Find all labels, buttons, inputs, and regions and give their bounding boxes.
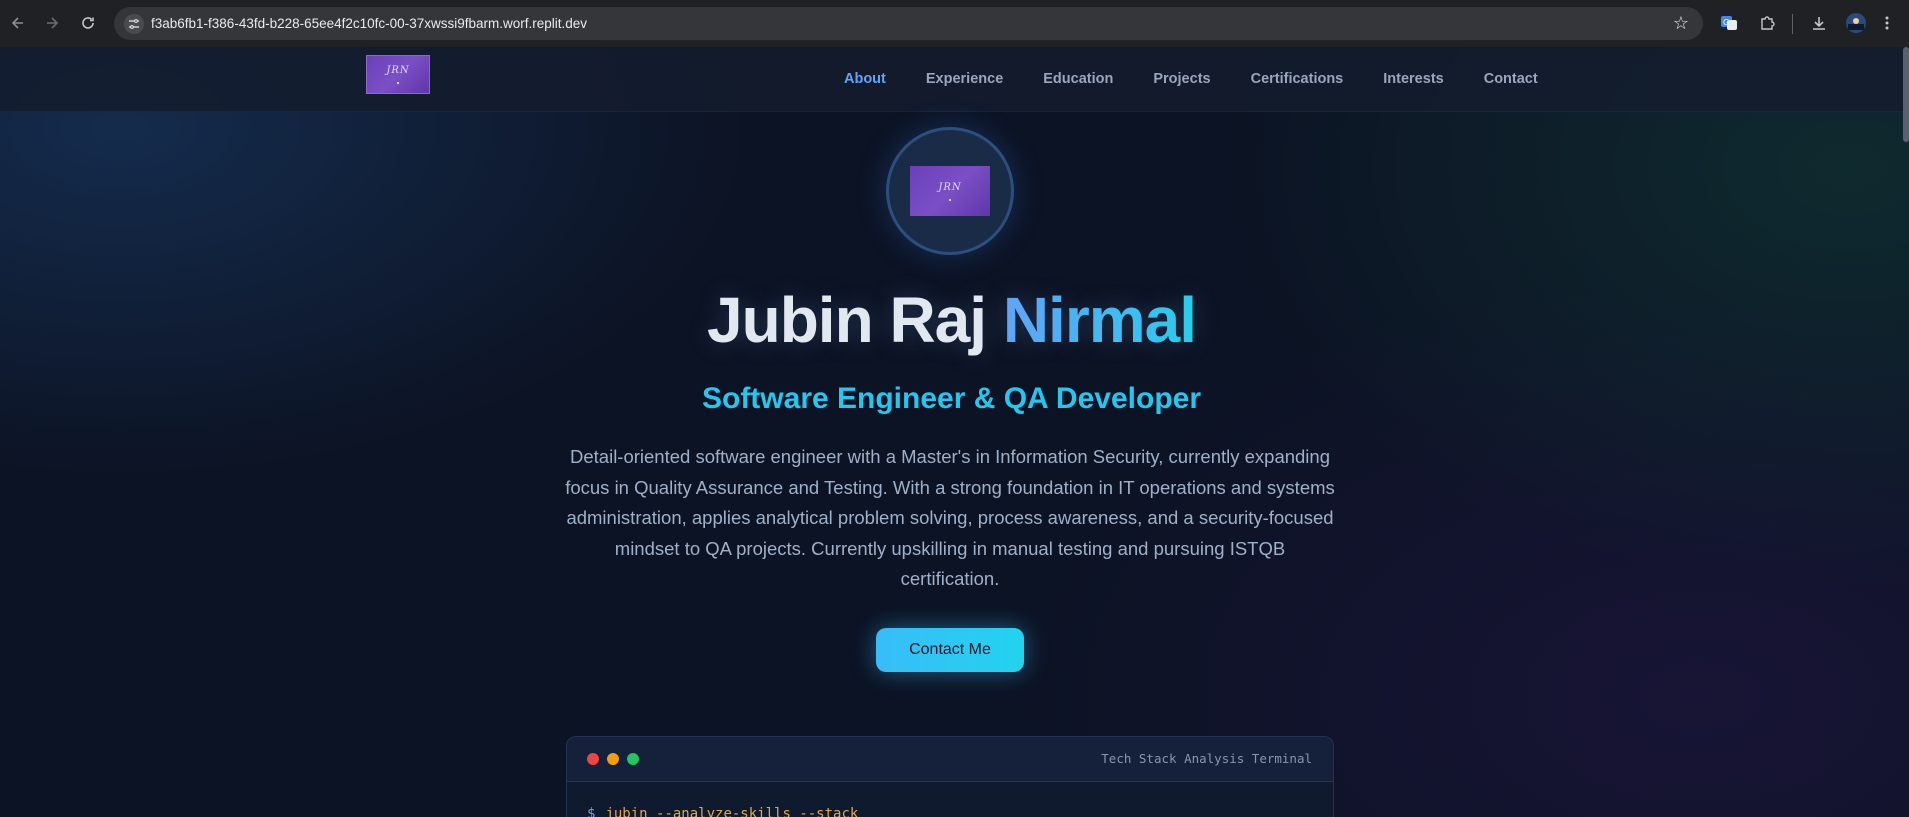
portfolio-page: JRN About Experience Education Projects … bbox=[0, 47, 1909, 817]
extensions-puzzle-icon[interactable] bbox=[1756, 12, 1778, 34]
svg-text:G: G bbox=[1723, 18, 1729, 27]
forward-arrow-icon[interactable] bbox=[40, 11, 64, 35]
back-arrow-icon[interactable] bbox=[6, 11, 30, 35]
terminal-header: Tech Stack Analysis Terminal bbox=[567, 737, 1333, 782]
logo-text: JRN bbox=[386, 65, 410, 76]
nav-link-projects[interactable]: Projects bbox=[1153, 71, 1210, 87]
site-settings-icon[interactable] bbox=[124, 14, 144, 34]
terminal-command: jubin --analyze-skills --stack bbox=[605, 806, 859, 817]
terminal-red-dot bbox=[587, 753, 599, 765]
url-text[interactable]: f3ab6fb1-f386-43fd-b228-65ee4f2c10fc-00-… bbox=[151, 16, 587, 31]
profile-avatar: JRN bbox=[886, 127, 1014, 255]
browser-toolbar: f3ab6fb1-f386-43fd-b228-65ee4f2c10fc-00-… bbox=[0, 0, 1909, 47]
address-bar[interactable]: f3ab6fb1-f386-43fd-b228-65ee4f2c10fc-00-… bbox=[114, 7, 1703, 40]
bookmark-star-icon[interactable]: ☆ bbox=[1673, 13, 1689, 34]
hero-bio: Detail-oriented software engineer with a… bbox=[565, 446, 1335, 589]
terminal-command-line: $ jubin --analyze-skills --stack bbox=[587, 806, 858, 817]
avatar-logo-image: JRN bbox=[910, 166, 990, 216]
profile-avatar-icon[interactable] bbox=[1845, 12, 1867, 34]
page-scrollbar[interactable] bbox=[1903, 47, 1909, 142]
terminal-yellow-dot bbox=[607, 753, 619, 765]
nav-link-education[interactable]: Education bbox=[1043, 71, 1113, 87]
hero-name-last: Nirmal bbox=[1002, 284, 1197, 356]
contact-me-button[interactable]: Contact Me bbox=[876, 628, 1024, 672]
logo-dot bbox=[397, 82, 399, 84]
toolbar-divider bbox=[1792, 14, 1793, 34]
tech-stack-terminal: Tech Stack Analysis Terminal $ jubin --an… bbox=[566, 736, 1334, 817]
chrome-menu-icon[interactable] bbox=[1876, 12, 1898, 34]
main-menu: About Experience Education Projects Cert… bbox=[844, 71, 1578, 87]
terminal-prompt: $ bbox=[587, 806, 596, 817]
translate-icon[interactable]: G bbox=[1718, 12, 1740, 34]
nav-link-contact[interactable]: Contact bbox=[1484, 71, 1538, 87]
nav-link-certifications[interactable]: Certifications bbox=[1251, 71, 1344, 87]
hero-name: Jubin Raj Nirmal bbox=[0, 283, 1903, 357]
nav-link-experience[interactable]: Experience bbox=[926, 71, 1003, 87]
site-navbar: JRN About Experience Education Projects … bbox=[0, 47, 1903, 112]
nav-link-interests[interactable]: Interests bbox=[1383, 71, 1443, 87]
terminal-title: Tech Stack Analysis Terminal bbox=[1101, 751, 1312, 766]
hero-name-first: Jubin Raj bbox=[707, 284, 987, 356]
download-icon[interactable] bbox=[1808, 12, 1830, 34]
nav-link-about[interactable]: About bbox=[844, 71, 886, 87]
terminal-green-dot bbox=[627, 753, 639, 765]
avatar-logo-text: JRN bbox=[938, 181, 962, 193]
reload-icon[interactable] bbox=[76, 11, 100, 35]
avatar-logo-dot bbox=[949, 198, 951, 201]
site-logo[interactable]: JRN bbox=[366, 55, 430, 94]
hero-role: Software Engineer & QA Developer bbox=[701, 382, 1201, 415]
